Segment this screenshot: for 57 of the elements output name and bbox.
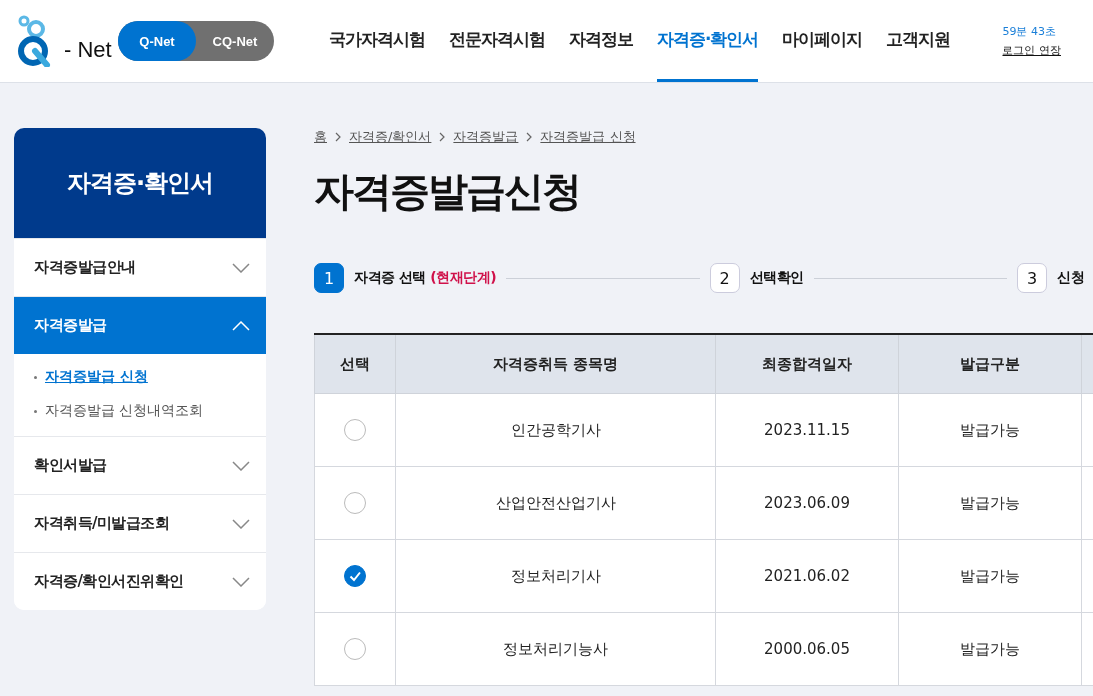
step-number: 3 [1017,263,1047,293]
chevron-up-icon [232,320,250,331]
bullet-icon [34,375,37,379]
breadcrumb-link[interactable]: 홈 [314,128,327,146]
step-number: 1 [314,263,344,293]
nav-item[interactable]: 고객지원 [886,0,951,82]
nav-item[interactable]: 자격증·확인서 [657,0,759,82]
chevron-down-icon [232,576,250,587]
table-cell: 발급가능 [898,612,1082,686]
site-switch-option[interactable]: CQ-Net [196,21,274,61]
chevron-right-icon [526,132,533,142]
nav-item[interactable]: 마이페이지 [782,0,863,82]
sidebar-item[interactable]: 자격증발급 [14,296,266,354]
table-cell: 산업안전산업기사 [395,466,716,540]
bullet-icon [34,409,37,413]
column-header: 선택 [314,334,396,394]
chevron-down-icon [232,262,250,273]
table-cell: 발급가능 [898,393,1082,467]
session-timer: 59분 43초 [1002,24,1057,39]
site-switch-option[interactable]: Q-Net [118,21,196,61]
breadcrumb-link[interactable]: 자격증발급 [453,128,519,146]
table-cell: 2000.06.05 [715,612,899,686]
table-cell: 정보처리기능사 [395,612,716,686]
table-cell: 발급가능 [898,466,1082,540]
logo-text[interactable]: - Net [64,39,112,61]
step-label: 신청 [1057,269,1084,287]
table-cell: 정보처리기사 [395,539,716,613]
table-cell: 발급가능 [898,539,1082,613]
sidebar-title: 자격증·확인서 [14,128,266,238]
table-cell: 2021.06.02 [715,539,899,613]
sidebar-subitem[interactable]: 자격증발급 신청내역조회 [34,402,246,420]
step-label: 자격증 선택 (현재단계) [354,269,497,287]
radio-button[interactable] [344,565,366,587]
nav-item[interactable]: 전문자격시험 [449,0,545,82]
breadcrumb-link[interactable]: 자격증/확인서 [349,128,432,146]
nav-item[interactable]: 자격정보 [569,0,633,82]
table-cell: 인간공학기사 [395,393,716,467]
radio-button[interactable] [344,419,366,441]
radio-button[interactable] [344,492,366,514]
column-header: 발급구분 [898,334,1082,394]
sidebar-subitem[interactable]: 자격증발급 신청 [34,368,246,386]
step-number: 2 [709,263,740,293]
column-header: 자격증취득 종목명 [395,334,716,394]
page-title: 자격증발급신청 [314,167,581,216]
nav-item[interactable]: 국가자격시험 [329,0,425,82]
column-header: 최종합격일자 [715,334,899,394]
radio-button[interactable] [344,638,366,660]
sidebar-item[interactable]: 자격증/확인서진위확인 [14,552,266,610]
chevron-down-icon [232,460,250,471]
table-cell: 2023.11.15 [715,393,899,467]
chevron-right-icon [335,132,341,142]
table-cell: 2023.06.09 [715,466,899,540]
step-label: 선택확인 [749,269,804,287]
chevron-right-icon [439,132,446,142]
extend-login-link[interactable]: 로그인 연장 [1002,43,1061,58]
breadcrumb-link[interactable]: 자격증발급 신청 [540,128,636,146]
chevron-down-icon [232,518,250,529]
